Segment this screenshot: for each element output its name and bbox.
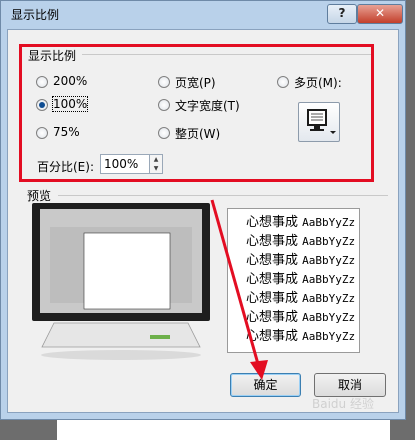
annotation-arrow — [210, 199, 268, 380]
watermark: Baidu 经验 — [312, 397, 374, 411]
document-page — [57, 420, 390, 440]
